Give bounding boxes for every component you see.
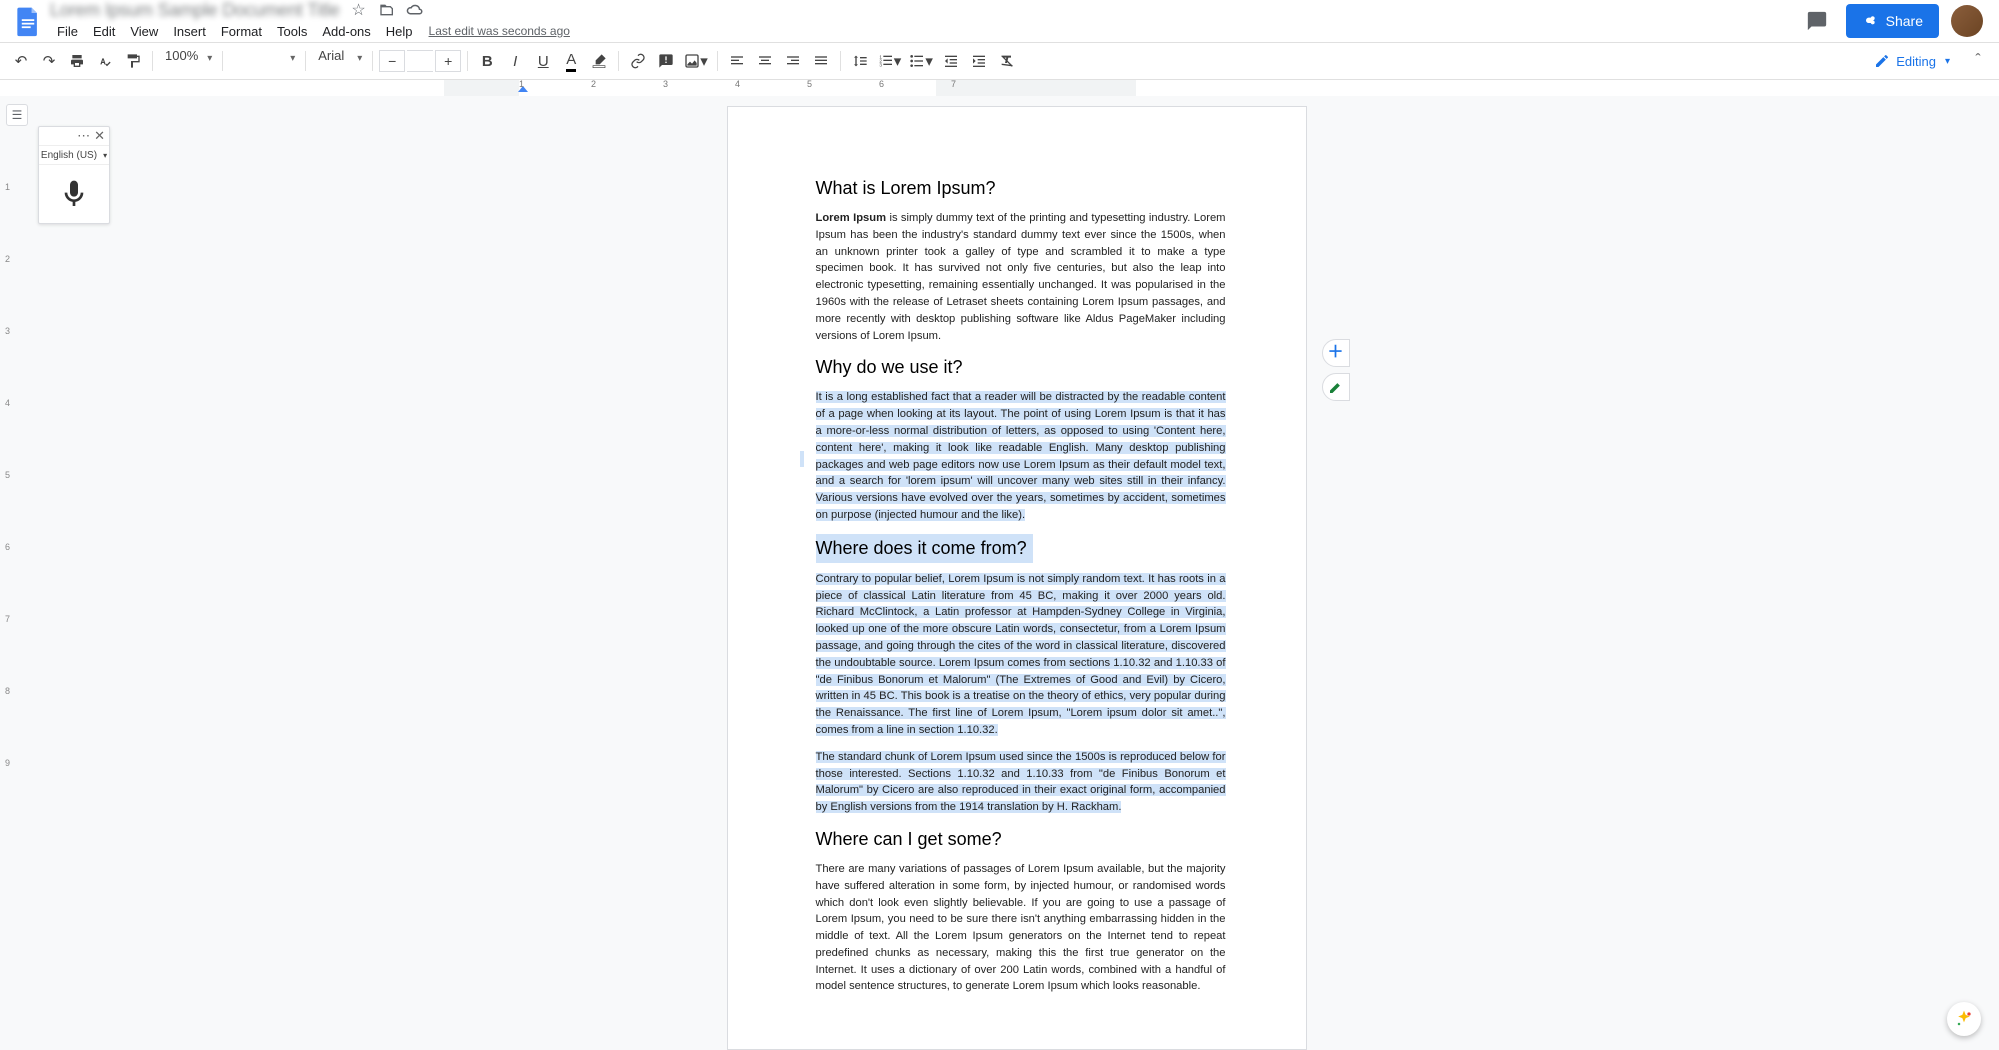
editing-mode-label: Editing (1896, 54, 1936, 69)
italic-button[interactable]: I (502, 48, 528, 74)
explore-button[interactable] (1947, 1002, 1981, 1036)
suggest-edits-side-button[interactable] (1322, 373, 1350, 401)
star-icon[interactable]: ☆ (350, 1, 368, 19)
plus-icon: ＋ (1327, 341, 1343, 365)
font-size-field[interactable] (407, 50, 433, 72)
align-center-button[interactable] (752, 48, 778, 74)
cloud-status-icon[interactable] (406, 1, 424, 19)
align-right-button[interactable] (780, 48, 806, 74)
align-justify-button[interactable] (808, 48, 834, 74)
font-size-decrease[interactable]: − (379, 50, 405, 72)
paragraph-4[interactable]: There are many variations of passages of… (816, 861, 1226, 995)
voice-close-icon[interactable]: ✕ (94, 128, 105, 144)
menu-insert[interactable]: Insert (166, 21, 213, 42)
share-label: Share (1886, 13, 1923, 29)
heading-1[interactable]: What is Lorem Ipsum? (816, 175, 1226, 202)
heading-4[interactable]: Where can I get some? (816, 826, 1226, 853)
menu-view[interactable]: View (123, 21, 165, 42)
heading-2[interactable]: Why do we use it? (816, 354, 1226, 381)
user-avatar[interactable] (1951, 5, 1983, 37)
paragraph-2[interactable]: It is a long established fact that a rea… (816, 389, 1226, 523)
move-icon[interactable] (378, 1, 396, 19)
heading-3[interactable]: Where does it come from? (816, 534, 1033, 563)
decrease-indent-button[interactable] (938, 48, 964, 74)
menu-edit[interactable]: Edit (86, 21, 122, 42)
svg-text:3: 3 (879, 62, 882, 67)
menu-file[interactable]: File (50, 21, 85, 42)
add-comment-side-button[interactable]: ＋ (1322, 339, 1350, 367)
menu-tools[interactable]: Tools (270, 21, 314, 42)
voice-typing-panel: ⋯ ✕ English (US) (38, 126, 110, 224)
style-select[interactable] (229, 48, 299, 74)
selection-cursor-icon (800, 451, 804, 467)
increase-indent-button[interactable] (966, 48, 992, 74)
menu-help[interactable]: Help (379, 21, 420, 42)
line-spacing-button[interactable] (847, 48, 873, 74)
bold-button[interactable]: B (474, 48, 500, 74)
numbered-list-button[interactable]: 123▾ (875, 48, 905, 74)
share-button[interactable]: Share (1846, 4, 1939, 38)
print-button[interactable] (64, 48, 90, 74)
undo-button[interactable]: ↶ (8, 48, 34, 74)
document-canvas[interactable]: What is Lorem Ipsum? Lorem Ipsum is simp… (34, 96, 1999, 1050)
title-bar: Lorem Ipsum Sample Document Title ☆ File… (0, 0, 1999, 42)
insert-link-button[interactable] (625, 48, 651, 74)
suggest-icon (1328, 379, 1344, 395)
spellcheck-button[interactable] (92, 48, 118, 74)
menu-bar: File Edit View Insert Format Tools Add-o… (50, 20, 1800, 42)
text-color-button[interactable]: A (558, 48, 584, 74)
paragraph-3b[interactable]: The standard chunk of Lorem Ipsum used s… (816, 749, 1226, 816)
align-left-button[interactable] (724, 48, 750, 74)
comments-button[interactable] (1800, 4, 1834, 38)
vertical-ruler[interactable]: 123 456 789 (2, 96, 16, 1050)
editing-mode-select[interactable]: Editing (1865, 49, 1955, 73)
paragraph-3a[interactable]: Contrary to popular belief, Lorem Ipsum … (816, 571, 1226, 739)
horizontal-ruler[interactable] (34, 80, 1981, 96)
font-size-increase[interactable]: + (435, 50, 461, 72)
voice-mic-button[interactable] (39, 165, 109, 223)
menu-format[interactable]: Format (214, 21, 269, 42)
bulleted-list-button[interactable]: ▾ (906, 48, 936, 74)
font-select[interactable]: Arial (312, 48, 366, 74)
insert-image-button[interactable]: ▾ (681, 48, 711, 74)
document-title[interactable]: Lorem Ipsum Sample Document Title (50, 0, 340, 21)
menu-addons[interactable]: Add-ons (315, 21, 377, 42)
workspace: ☰ 123 456 789 ⋯ ✕ English (US) What is L… (0, 96, 1999, 1050)
redo-button[interactable]: ↷ (36, 48, 62, 74)
insert-comment-button[interactable] (653, 48, 679, 74)
voice-menu-icon[interactable]: ⋯ (77, 128, 90, 144)
last-edit-link[interactable]: Last edit was seconds ago (429, 24, 570, 38)
collapse-toolbar-button[interactable]: ˆ (1965, 48, 1991, 74)
voice-language-select[interactable]: English (US) (39, 145, 109, 165)
toolbar: ↶ ↷ 100% Arial − + B I U A ▾ 123▾ ▾ Edit… (0, 42, 1999, 80)
underline-button[interactable]: U (530, 48, 556, 74)
zoom-select[interactable]: 100% (159, 48, 216, 74)
paragraph-1[interactable]: Lorem Ipsum is simply dummy text of the … (816, 210, 1226, 344)
document-page[interactable]: What is Lorem Ipsum? Lorem Ipsum is simp… (727, 106, 1307, 1050)
docs-logo-icon[interactable] (8, 1, 48, 41)
paint-format-button[interactable] (120, 48, 146, 74)
clear-format-button[interactable] (994, 48, 1020, 74)
highlight-color-button[interactable] (586, 48, 612, 74)
